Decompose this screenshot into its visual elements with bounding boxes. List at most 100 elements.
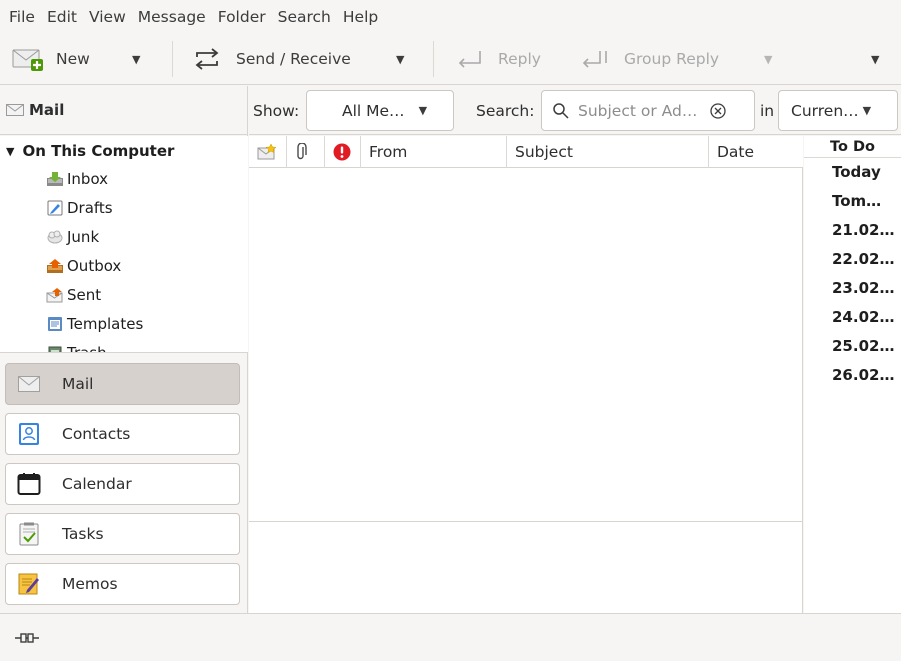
menu-edit[interactable]: Edit [47, 8, 77, 26]
send-receive-icon [195, 48, 219, 70]
trash-icon [48, 346, 62, 352]
unread-envelope-icon [257, 144, 277, 160]
junk-icon [47, 230, 63, 244]
search-scope-combo[interactable]: Curren… ▼ [778, 90, 898, 131]
switcher-label: Mail [62, 375, 94, 393]
templates-icon [48, 317, 62, 331]
send-receive-label: Send / Receive [236, 50, 351, 68]
chevron-down-icon: ▼ [862, 104, 872, 117]
expander-icon[interactable]: ▼ [6, 145, 14, 158]
mail-icon [6, 104, 24, 116]
switcher-memos-button[interactable]: Memos [5, 563, 240, 605]
sent-icon [46, 288, 63, 303]
menu-search[interactable]: Search [278, 8, 331, 26]
contacts-icon [19, 423, 39, 445]
column-attachment[interactable] [287, 136, 325, 168]
folder-tree[interactable]: ▼ On This Computer Inbox Drafts Junk Out… [0, 136, 248, 353]
folder-drafts[interactable]: Drafts [46, 199, 113, 217]
reply-icon [458, 51, 481, 68]
folder-junk[interactable]: Junk [46, 228, 99, 246]
drafts-icon [47, 200, 63, 216]
toolbar: New ▼ Send / Receive ▼ Reply Group Reply… [0, 33, 901, 85]
switcher-mail-button[interactable]: Mail [5, 363, 240, 405]
mail-icon [18, 376, 40, 392]
todo-item[interactable]: 25.02… [832, 337, 894, 355]
send-receive-dropdown-arrow[interactable]: ▼ [396, 33, 404, 85]
new-dropdown-arrow[interactable]: ▼ [132, 33, 140, 85]
todo-item[interactable]: 22.02… [832, 250, 894, 268]
search-scope-value: Curren… [791, 101, 859, 120]
folder-label: Drafts [67, 199, 113, 217]
online-status-icon[interactable] [14, 631, 40, 645]
todo-item[interactable]: 23.02… [832, 279, 894, 297]
show-filter-combo[interactable]: All Me… ▼ [306, 90, 454, 131]
search-input[interactable]: Subject or Ad… [541, 90, 755, 131]
menu-message[interactable]: Message [138, 8, 206, 26]
new-mail-icon [12, 49, 43, 71]
clear-search-icon[interactable] [709, 102, 727, 120]
search-placeholder: Subject or Ad… [578, 101, 698, 120]
show-label: Show: [253, 101, 300, 120]
folder-outbox[interactable]: Outbox [46, 257, 121, 275]
column-importance[interactable] [325, 136, 361, 168]
toolbar-separator [172, 41, 173, 77]
paperclip-icon [297, 143, 307, 160]
group-reply-dropdown-arrow[interactable]: ▼ [764, 33, 772, 85]
message-list-header: From Subject Date [249, 136, 803, 168]
switcher-tasks-button[interactable]: Tasks [5, 513, 240, 555]
switcher-label: Contacts [62, 425, 131, 443]
send-receive-button[interactable]: Send / Receive [192, 33, 351, 85]
column-label: From [369, 143, 408, 161]
preview-pane-divider[interactable] [249, 521, 803, 522]
todo-title: To Do [804, 136, 901, 158]
menu-help[interactable]: Help [343, 8, 378, 26]
sidebar: Mail ▼ On This Computer Inbox Drafts Jun… [0, 86, 248, 613]
column-subject[interactable]: Subject [507, 136, 709, 168]
folder-inbox[interactable]: Inbox [46, 170, 108, 188]
todo-bar: To Do Today Tom… 21.02… 22.02… 23.02… 24… [804, 136, 901, 613]
folder-sent[interactable]: Sent [46, 286, 101, 304]
todo-item[interactable]: 21.02… [832, 221, 894, 239]
tree-root-label: On This Computer [22, 142, 175, 160]
folder-label: Templates [67, 315, 144, 333]
todo-item[interactable]: Today [832, 163, 881, 181]
todo-item[interactable]: 24.02… [832, 308, 894, 326]
toolbar-overflow-arrow[interactable]: ▼ [871, 33, 879, 85]
column-date[interactable]: Date [709, 136, 803, 168]
group-reply-icon [582, 51, 607, 68]
tasks-icon [19, 522, 39, 546]
reply-button[interactable]: Reply [454, 33, 541, 85]
folder-templates[interactable]: Templates [46, 315, 143, 333]
folder-label: Trash [67, 344, 107, 353]
calendar-icon [17, 473, 41, 495]
column-status[interactable] [249, 136, 287, 168]
new-button-label: New [56, 50, 90, 68]
folder-label: Inbox [67, 170, 109, 188]
inbox-icon [47, 172, 63, 186]
switcher-contacts-button[interactable]: Contacts [5, 413, 240, 455]
show-filter-value: All Me… [342, 101, 405, 120]
menu-view[interactable]: View [89, 8, 126, 26]
menubar: File Edit View Message Folder Search Hel… [0, 0, 901, 33]
chevron-down-icon: ▼ [418, 104, 428, 117]
menu-folder[interactable]: Folder [218, 8, 266, 26]
important-icon [333, 143, 351, 161]
tree-root-on-this-computer[interactable]: ▼ On This Computer [6, 142, 174, 160]
todo-item[interactable]: Tom… [832, 192, 881, 210]
new-button[interactable]: New [12, 33, 90, 85]
switcher-calendar-button[interactable]: Calendar [5, 463, 240, 505]
column-from[interactable]: From [361, 136, 507, 168]
menu-file[interactable]: File [9, 8, 35, 26]
folder-label: Outbox [67, 257, 122, 275]
switcher-label: Calendar [62, 475, 132, 493]
search-icon [553, 102, 569, 119]
sidebar-header: Mail [0, 86, 248, 135]
todo-item[interactable]: 26.02… [832, 366, 894, 384]
switcher-label: Tasks [62, 525, 104, 543]
folder-label: Sent [67, 286, 102, 304]
in-label: in [760, 101, 775, 120]
message-list[interactable]: From Subject Date [249, 136, 803, 613]
folder-trash[interactable]: Trash [46, 344, 107, 353]
group-reply-button[interactable]: Group Reply [578, 33, 719, 85]
column-label: Subject [515, 143, 573, 161]
